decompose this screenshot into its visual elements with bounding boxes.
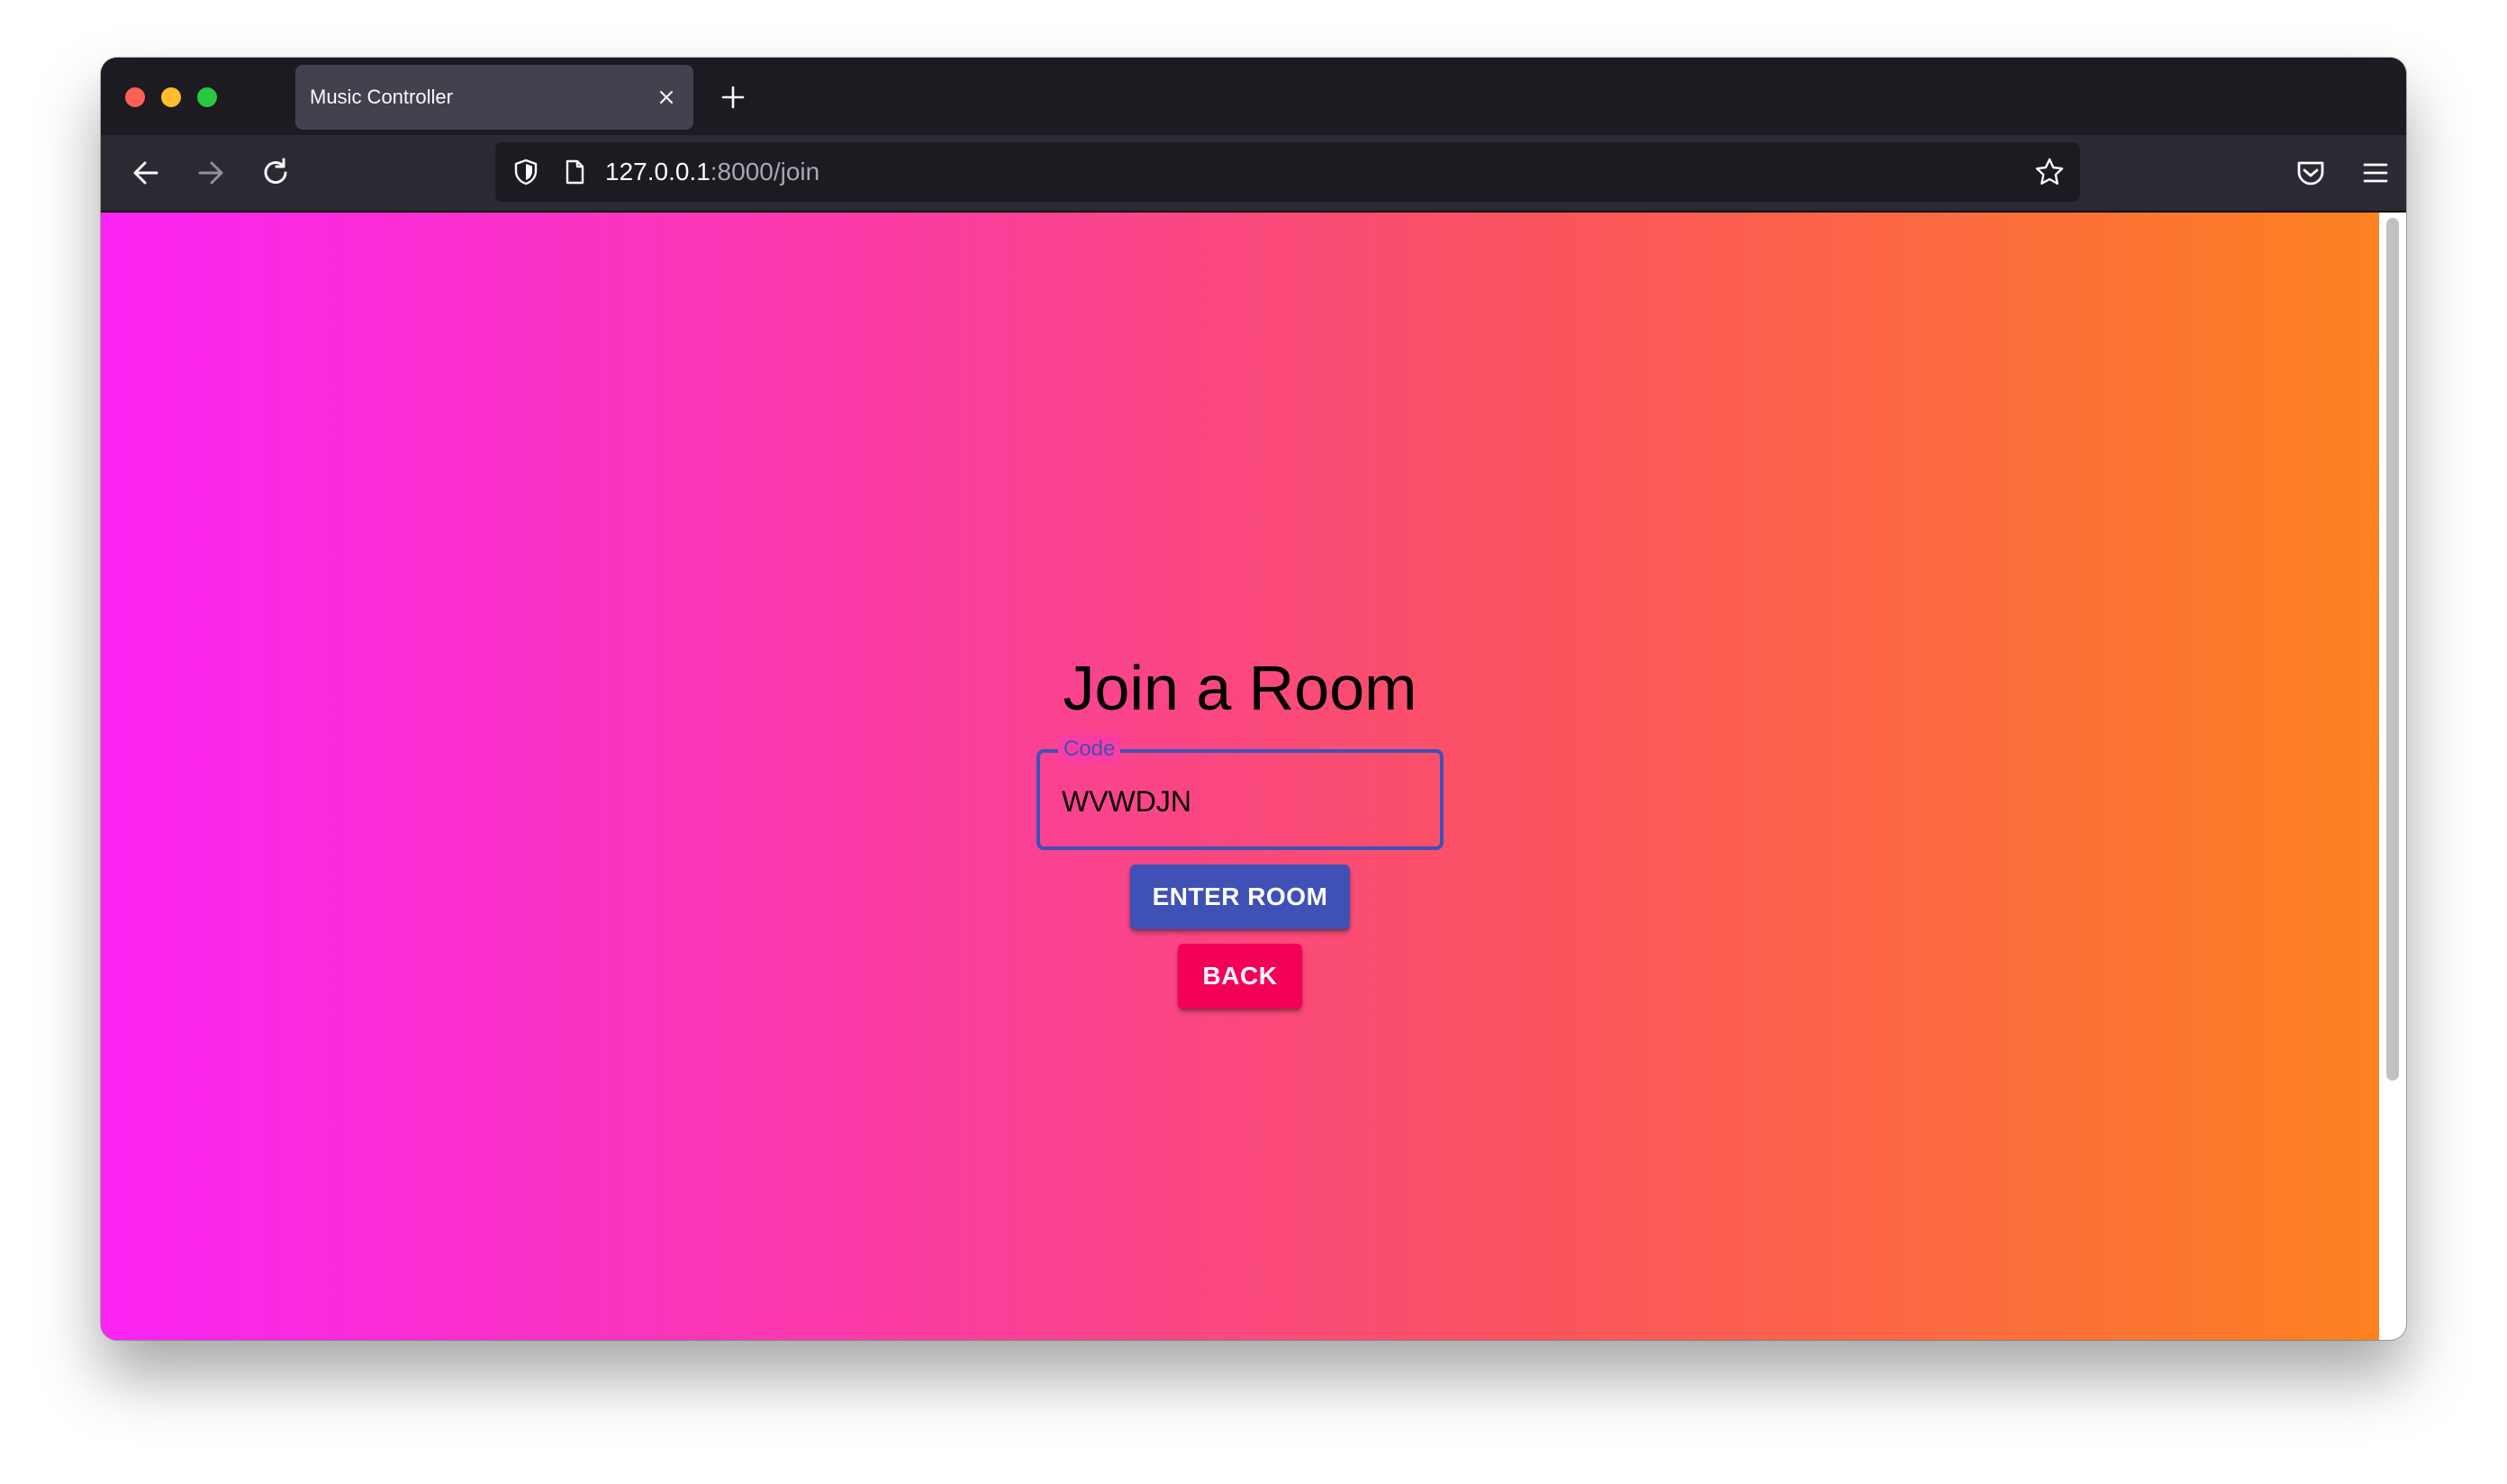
- arrow-right-icon[interactable]: [193, 155, 229, 191]
- code-field[interactable]: Code: [1036, 735, 1444, 850]
- scrollbar-thumb[interactable]: [2386, 218, 2399, 1081]
- navigation-toolbar: 127.0.0.1:8000/join: [101, 135, 2406, 213]
- tab-title: Music Controller: [310, 86, 453, 108]
- page-content: Join a Room Code ENTER ROOM BACK: [101, 213, 2379, 1340]
- hamburger-menu-icon[interactable]: [2358, 155, 2394, 191]
- enter-room-button[interactable]: ENTER ROOM: [1130, 864, 1350, 929]
- code-field-label: Code: [1058, 735, 1121, 764]
- back-button[interactable]: BACK: [1178, 944, 1302, 1009]
- url-host: 127.0.0.1: [605, 158, 710, 186]
- shield-icon[interactable]: [511, 158, 540, 186]
- close-icon[interactable]: [656, 86, 677, 108]
- title-bar: Music Controller: [101, 58, 2406, 135]
- arrow-left-icon[interactable]: [128, 155, 164, 191]
- page-icon[interactable]: [560, 158, 589, 186]
- tab-music-controller[interactable]: Music Controller: [295, 65, 693, 130]
- plus-icon[interactable]: [719, 83, 747, 112]
- url-path: :8000/join: [710, 158, 820, 186]
- url-text[interactable]: 127.0.0.1:8000/join: [605, 142, 819, 202]
- maximize-window-button[interactable]: [197, 87, 217, 107]
- url-bar[interactable]: 127.0.0.1:8000/join: [495, 142, 2080, 202]
- page-title: Join a Room: [1063, 653, 1417, 723]
- browser-window: Music Controller 127.0.0.1:8000/join Joi…: [101, 58, 2406, 1340]
- close-window-button[interactable]: [125, 87, 145, 107]
- code-input[interactable]: [1062, 780, 1422, 823]
- minimize-window-button[interactable]: [161, 87, 181, 107]
- page-viewport: Join a Room Code ENTER ROOM BACK: [101, 213, 2406, 1340]
- pocket-icon[interactable]: [2293, 155, 2329, 191]
- scrollbar[interactable]: [2379, 213, 2406, 1340]
- star-icon[interactable]: [2033, 156, 2066, 188]
- reload-icon[interactable]: [258, 155, 294, 191]
